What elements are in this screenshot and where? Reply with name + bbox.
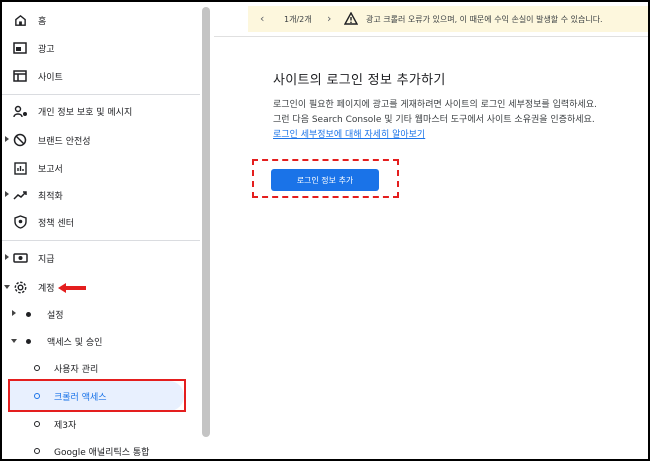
sites-icon	[12, 68, 28, 84]
sidebar-item-user-management[interactable]: 사용자 관리	[2, 356, 200, 380]
block-icon	[12, 132, 28, 148]
sidebar-item-label: 정책 센터	[38, 219, 74, 229]
sidebar-item-settings[interactable]: 설정	[2, 302, 200, 326]
trending-up-icon	[12, 187, 28, 203]
reports-icon	[12, 160, 28, 176]
sidebar-scrollbar[interactable]	[202, 7, 210, 437]
sidebar-item-reports[interactable]: 보고서	[2, 156, 200, 180]
payments-icon	[12, 250, 28, 266]
chevron-left-icon[interactable]: ‹	[260, 12, 264, 25]
expand-arrow-icon[interactable]	[5, 136, 9, 142]
expand-arrow-icon[interactable]	[5, 191, 9, 197]
expand-arrow-icon[interactable]	[5, 254, 9, 260]
expand-arrow-icon[interactable]	[12, 310, 16, 316]
sidebar-item-label: 사이트	[38, 73, 63, 83]
sidebar-item-google-analytics[interactable]: Google 애널리틱스 통합	[2, 439, 200, 459]
sidebar-item-access[interactable]: 액세스 및 승인	[2, 329, 200, 353]
divider	[2, 240, 200, 241]
sidebar-item-ads[interactable]: 광고	[2, 36, 200, 60]
divider	[214, 36, 648, 37]
page-title: 사이트의 로그인 정보 추가하기	[273, 73, 446, 88]
ring-icon	[34, 421, 40, 427]
sidebar-item-label: 사용자 관리	[54, 365, 99, 375]
divider	[2, 94, 200, 95]
gear-icon	[12, 279, 28, 295]
privacy-icon	[12, 103, 28, 119]
sidebar-item-label: 액세스 및 승인	[47, 338, 103, 348]
notification-banner: ‹ 1개/2개 › 광고 크롤러 오류가 있으며, 이 때문에 수익 손실이 발…	[248, 6, 648, 32]
collapse-arrow-icon[interactable]	[11, 339, 17, 343]
sidebar-item-sites[interactable]: 사이트	[2, 64, 200, 88]
annotation-arrow-icon	[58, 283, 86, 293]
ring-icon	[34, 365, 40, 371]
add-login-info-button[interactable]: 로그인 정보 추가	[271, 169, 379, 191]
sidebar: 홈 광고 사이트 개인 정보 보호 및 메시지 브랜드 안전성 보고서 최적화 …	[2, 2, 200, 459]
sidebar-item-label: 계정	[38, 284, 55, 294]
sidebar-item-label: 브랜드 안전성	[38, 137, 91, 147]
description-text: 로그인이 필요한 페이지에 광고를 게재하려면 사이트의 로그인 세부정보를 입…	[273, 100, 597, 125]
sidebar-item-policy-center[interactable]: 정책 센터	[2, 210, 200, 234]
ads-icon	[12, 40, 28, 56]
sidebar-item-label: 설정	[47, 311, 64, 321]
bullet-icon	[26, 312, 31, 317]
sidebar-item-label: 보고서	[38, 165, 63, 175]
ring-icon	[34, 448, 40, 454]
sidebar-item-home[interactable]: 홈	[2, 8, 200, 32]
window: 홈 광고 사이트 개인 정보 보호 및 메시지 브랜드 안전성 보고서 최적화 …	[0, 0, 650, 461]
sidebar-item-label: Google 애널리틱스 통합	[54, 448, 150, 458]
home-icon	[12, 12, 28, 28]
sidebar-item-brand-safety[interactable]: 브랜드 안전성	[2, 128, 200, 152]
sidebar-item-account[interactable]: 계정	[2, 275, 200, 299]
sidebar-item-label: 홈	[38, 17, 47, 27]
sidebar-item-optimization[interactable]: 최적화	[2, 183, 200, 207]
sidebar-item-label: 제3자	[54, 421, 77, 431]
page-description: 로그인이 필요한 페이지에 광고를 게재하려면 사이트의 로그인 세부정보를 입…	[273, 98, 603, 143]
learn-more-link[interactable]: 로그인 세부정보에 대해 자세히 알아보기	[273, 130, 425, 140]
chevron-right-icon[interactable]: ›	[327, 12, 331, 25]
sidebar-item-payments[interactable]: 지급	[2, 246, 200, 270]
sidebar-item-privacy[interactable]: 개인 정보 보호 및 메시지	[2, 99, 200, 123]
shield-icon	[12, 214, 28, 230]
bullet-icon	[26, 339, 31, 344]
collapse-arrow-icon[interactable]	[4, 285, 10, 289]
sidebar-item-third-party[interactable]: 제3자	[2, 412, 200, 436]
sidebar-item-label: 지급	[38, 255, 55, 265]
sidebar-item-label: 최적화	[38, 192, 63, 202]
banner-message: 광고 크롤러 오류가 있으며, 이 때문에 수익 손실이 발생할 수 있습니다.	[366, 15, 603, 24]
annotation-box	[8, 379, 186, 412]
banner-page-indicator: 1개/2개	[284, 15, 312, 24]
sidebar-item-label: 광고	[38, 45, 55, 55]
warning-icon	[344, 12, 358, 25]
sidebar-item-label: 개인 정보 보호 및 메시지	[38, 108, 133, 118]
